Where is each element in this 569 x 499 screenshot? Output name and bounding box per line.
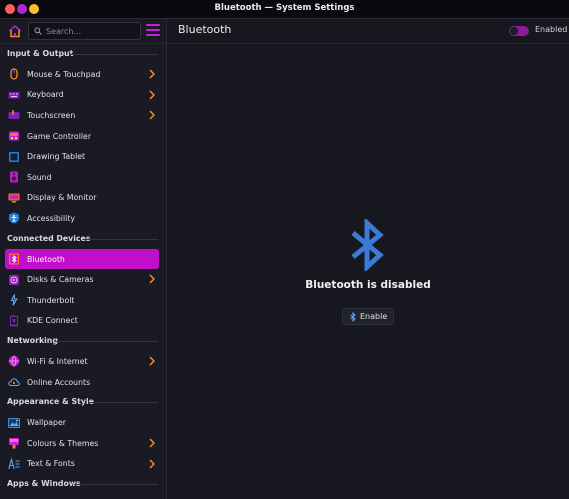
sidebar-item-label: Text & Fonts	[27, 459, 75, 469]
section-header-input-output: Input & Output	[0, 44, 166, 64]
bluetooth-large-icon	[351, 219, 384, 271]
accessibility-icon	[8, 212, 20, 224]
chevron-right-icon	[149, 438, 155, 448]
sidebar-item-mouse-touchpad[interactable]: Mouse & Touchpad	[5, 64, 159, 85]
bluetooth-enabled-toggle[interactable]	[509, 26, 529, 36]
sidebar-item-display-monitor[interactable]: Display & Monitor	[5, 188, 159, 209]
divider	[56, 341, 158, 343]
sidebar-item-label: Thunderbolt	[27, 295, 75, 305]
sidebar-item-disks-cameras[interactable]: Disks & Cameras	[5, 269, 159, 290]
menu-bar	[146, 29, 160, 31]
sidebar-item-label: Drawing Tablet	[27, 152, 86, 162]
window-titlebar: Bluetooth — System Settings	[0, 0, 569, 19]
section-header-label: Apps & Windows	[7, 479, 81, 489]
touchscreen-icon	[8, 109, 20, 121]
sidebar-item-touchscreen[interactable]: Touchscreen	[5, 105, 159, 126]
section-header-label: Connected Devices	[7, 233, 91, 243]
toggle-label: Enabled	[535, 25, 568, 34]
drawing-tablet-icon	[8, 151, 20, 163]
chevron-right-icon	[149, 458, 155, 469]
game-controller-icon	[8, 130, 20, 142]
sidebar-nav: Input & Output Mouse & Touchpad Keyboard…	[0, 44, 166, 494]
sidebar-item-label: Disks & Cameras	[27, 275, 94, 285]
home-button[interactable]	[7, 23, 23, 39]
sidebar-item-thunderbolt[interactable]: Thunderbolt	[5, 290, 159, 311]
sidebar-item-label: Keyboard	[27, 90, 64, 100]
content-header: Bluetooth Enabled	[167, 19, 569, 44]
monitor-icon	[8, 192, 20, 204]
enable-button-label: Enable	[360, 312, 388, 321]
chevron-right-icon	[149, 110, 155, 120]
sidebar-item-accessibility[interactable]: Accessibility	[5, 208, 159, 229]
sidebar-item-kde-connect[interactable]: KDE Connect	[5, 311, 159, 332]
section-header-label: Appearance & Style	[7, 397, 94, 407]
sidebar-item-online-accounts[interactable]: Online Accounts	[5, 372, 159, 393]
bluetooth-disabled-message: Bluetooth is disabled	[305, 279, 431, 291]
sidebar-item-bluetooth[interactable]: Bluetooth	[5, 248, 159, 270]
sidebar-item-sound[interactable]: Sound	[5, 167, 159, 188]
thunderbolt-icon	[8, 294, 20, 306]
sidebar-item-label: Wi-Fi & Internet	[27, 356, 88, 366]
cloud-icon	[8, 376, 20, 388]
kde-connect-icon	[8, 315, 20, 327]
main-content: Bluetooth Enabled Bluetooth is disabled …	[167, 19, 569, 499]
page-title: Bluetooth	[178, 23, 232, 36]
speaker-icon	[8, 171, 20, 183]
sidebar-item-label: Game Controller	[27, 131, 92, 141]
text-fonts-icon	[8, 457, 20, 470]
section-header-appearance-style: Appearance & Style	[0, 392, 166, 412]
sidebar-item-game-controller[interactable]: Game Controller	[5, 126, 159, 147]
section-header-networking: Networking	[0, 331, 166, 351]
enable-bluetooth-button[interactable]: Enable	[342, 308, 394, 325]
sidebar-item-label: Online Accounts	[27, 377, 91, 387]
chevron-right-icon	[149, 356, 155, 366]
keyboard-icon	[8, 89, 20, 101]
search-icon	[34, 27, 42, 35]
home-icon	[8, 25, 22, 38]
globe-icon	[8, 355, 20, 367]
sidebar-item-label: Sound	[27, 172, 52, 182]
sidebar-item-label: Mouse & Touchpad	[27, 69, 101, 79]
divider	[84, 238, 158, 240]
sidebar-item-wallpaper[interactable]: Wallpaper	[5, 412, 159, 433]
bluetooth-icon	[8, 253, 20, 265]
sidebar-item-text-fonts[interactable]: Text & Fonts	[5, 454, 159, 475]
sidebar-item-label: Touchscreen	[27, 110, 76, 120]
sidebar-item-label: Accessibility	[27, 213, 75, 223]
sidebar-item-label: Display & Monitor	[27, 193, 97, 203]
toggle-knob	[510, 27, 518, 35]
chevron-right-icon	[149, 69, 155, 79]
search-field[interactable]	[28, 22, 141, 40]
menu-bar	[146, 24, 160, 26]
chevron-right-icon	[149, 90, 155, 100]
section-header-label: Input & Output	[7, 49, 74, 58]
disks-icon	[8, 274, 20, 286]
section-header-connected-devices: Connected Devices	[0, 229, 166, 249]
chevron-right-icon	[149, 274, 155, 284]
sidebar-item-keyboard[interactable]: Keyboard	[5, 85, 159, 106]
wallpaper-icon	[8, 417, 20, 429]
sidebar-item-colours-themes[interactable]: Colours & Themes	[5, 433, 159, 454]
sidebar-item-wifi-internet[interactable]: Wi-Fi & Internet	[5, 351, 159, 372]
sidebar-item-label: Wallpaper	[27, 418, 66, 428]
menu-bar	[146, 34, 160, 36]
mouse-icon	[8, 68, 20, 80]
search-input[interactable]	[46, 26, 132, 36]
sidebar-toolbar	[0, 19, 166, 44]
sidebar-item-label: KDE Connect	[27, 316, 78, 326]
divider	[88, 402, 158, 404]
sidebar-item-drawing-tablet[interactable]: Drawing Tablet	[5, 146, 159, 167]
hamburger-menu-button[interactable]	[146, 24, 160, 36]
section-header-apps-windows: Apps & Windows	[0, 474, 166, 494]
sidebar-item-label: Colours & Themes	[27, 438, 99, 448]
sidebar-item-label: Bluetooth	[27, 254, 65, 264]
divider	[74, 484, 158, 486]
bluetooth-icon	[350, 311, 356, 322]
sidebar: Input & Output Mouse & Touchpad Keyboard…	[0, 19, 167, 499]
window-title: Bluetooth — System Settings	[214, 3, 355, 13]
section-header-label: Networking	[7, 336, 58, 346]
divider	[70, 54, 158, 55]
palette-icon	[8, 437, 20, 449]
